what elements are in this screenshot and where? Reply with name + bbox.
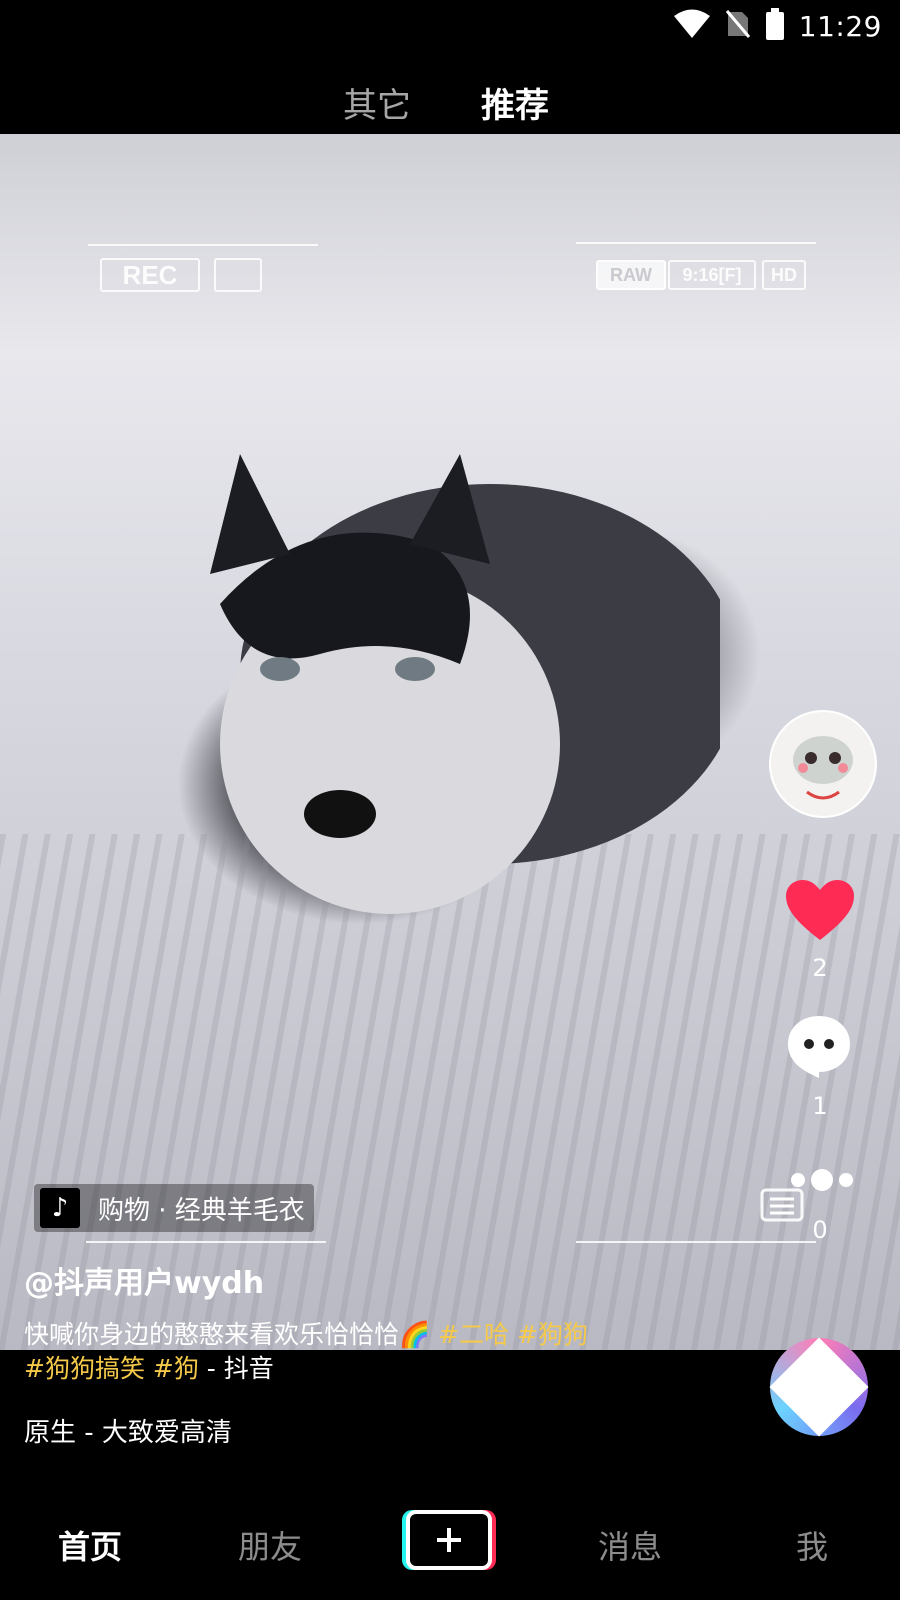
- comment-button[interactable]: [786, 1014, 852, 1084]
- video-player[interactable]: REC RAW 9:16[F] HD: [0, 134, 900, 1350]
- status-bar: 11:29: [0, 0, 900, 48]
- no-sim-icon: [725, 9, 751, 43]
- music-disc[interactable]: [769, 1337, 869, 1437]
- post-caption: 快喊你身边的憨憨来看欢乐恰恰恰🌈 #二哈 #狗狗 #狗狗搞笑 #狗 - 抖音: [24, 1318, 664, 1386]
- tiktok-logo-icon: ♪: [40, 1188, 80, 1228]
- bottom-nav: 首页 朋友 消息 我: [0, 1478, 900, 1600]
- nav-home[interactable]: 首页: [58, 1522, 122, 1568]
- music-disc-cover: [769, 1337, 869, 1437]
- nav-messages[interactable]: 消息: [598, 1522, 662, 1568]
- share-count: 0: [812, 1216, 828, 1244]
- tab-recommend[interactable]: 推荐: [481, 78, 549, 127]
- music-title: 原生 - 大致爱高清: [24, 1418, 232, 1448]
- author-avatar[interactable]: [769, 710, 877, 818]
- share-more-button[interactable]: [790, 1168, 854, 1196]
- nav-me[interactable]: 我: [796, 1522, 828, 1568]
- caption-suffix: - 抖音: [198, 1354, 274, 1383]
- music-line[interactable]: 原生 - 大致爱高清: [24, 1412, 232, 1449]
- battery-icon: [765, 8, 785, 44]
- comment-count: 1: [812, 1092, 828, 1120]
- hashtag[interactable]: #二哈: [430, 1320, 509, 1349]
- rec-label: REC: [100, 258, 200, 292]
- tab-other[interactable]: 其它: [343, 78, 411, 127]
- caption-text: 快喊你身边的憨憨来看欢乐恰恰恰🌈: [24, 1320, 431, 1349]
- viewfinder-top-right-line: [576, 242, 816, 244]
- like-count: 2: [812, 954, 828, 982]
- raw-label: RAW: [596, 260, 666, 290]
- nav-friends[interactable]: 朋友: [238, 1522, 302, 1568]
- create-button[interactable]: [400, 1508, 496, 1572]
- hashtag[interactable]: #狗狗: [509, 1320, 588, 1349]
- ratio-label: 9:16[F]: [668, 260, 756, 290]
- author-username[interactable]: @抖声用户wydh: [24, 1258, 264, 1302]
- rec-box: [214, 258, 262, 292]
- shopping-pill[interactable]: ♪ 购物 · 经典羊毛衣: [34, 1184, 314, 1232]
- status-icons: 11:29: [673, 8, 882, 44]
- like-button[interactable]: [786, 880, 854, 946]
- husky-image: [210, 454, 720, 914]
- status-time: 11:29: [798, 9, 882, 43]
- hashtag[interactable]: #狗狗搞笑: [24, 1354, 145, 1383]
- viewfinder-top-left-line: [88, 244, 318, 246]
- top-tabs: 其它 推荐: [0, 78, 900, 154]
- shopping-pill-text: 购物 · 经典羊毛衣: [98, 1195, 305, 1226]
- hashtag[interactable]: #狗: [145, 1354, 199, 1383]
- hd-label: HD: [762, 260, 806, 290]
- viewfinder-bottom-left-line: [86, 1241, 326, 1243]
- wifi-icon: [673, 9, 711, 43]
